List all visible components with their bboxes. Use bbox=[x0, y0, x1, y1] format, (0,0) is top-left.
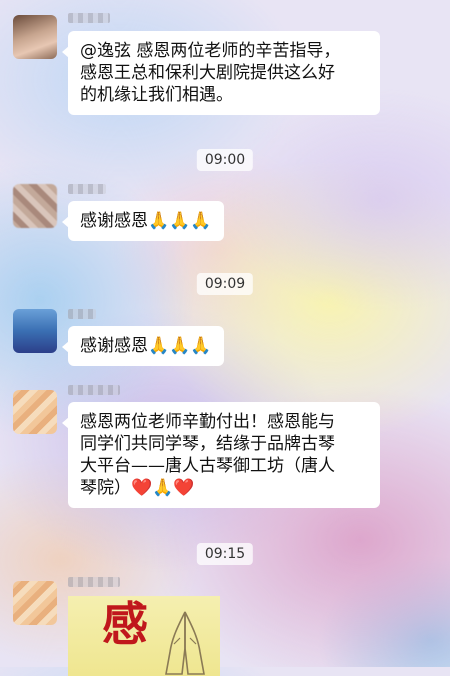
image-calligraphy-char: 感 bbox=[102, 597, 148, 651]
message-bubble[interactable]: @逸弦 感恩两位老师的辛苦指导， 感恩王总和保利大剧院提供这么好 的机缘让我们相… bbox=[62, 31, 380, 115]
timestamp: 09:00 bbox=[196, 149, 254, 171]
avatar[interactable] bbox=[13, 581, 57, 625]
sender-name-blurred bbox=[68, 184, 106, 194]
praying-hands-icon bbox=[165, 611, 205, 675]
avatar[interactable] bbox=[13, 309, 57, 353]
timestamp: 09:15 bbox=[196, 543, 254, 565]
timestamp: 09:09 bbox=[196, 273, 254, 295]
avatar[interactable] bbox=[13, 390, 57, 434]
sender-name-blurred bbox=[68, 385, 120, 395]
avatar[interactable] bbox=[13, 184, 57, 228]
sender-name-blurred bbox=[68, 577, 120, 587]
message-bubble[interactable]: 感恩两位老师辛勤付出！感恩能与 同学们共同学琴，结缘于品牌古琴 大平台——唐人古… bbox=[62, 402, 380, 508]
sender-name-blurred bbox=[68, 13, 110, 23]
message-bubble[interactable]: 感谢感恩🙏🙏🙏 bbox=[62, 326, 224, 366]
message-bubble[interactable]: 感谢感恩🙏🙏🙏 bbox=[62, 201, 224, 241]
image-message[interactable]: 感 bbox=[68, 596, 220, 676]
avatar[interactable] bbox=[13, 15, 57, 59]
sender-name-blurred bbox=[68, 309, 96, 319]
